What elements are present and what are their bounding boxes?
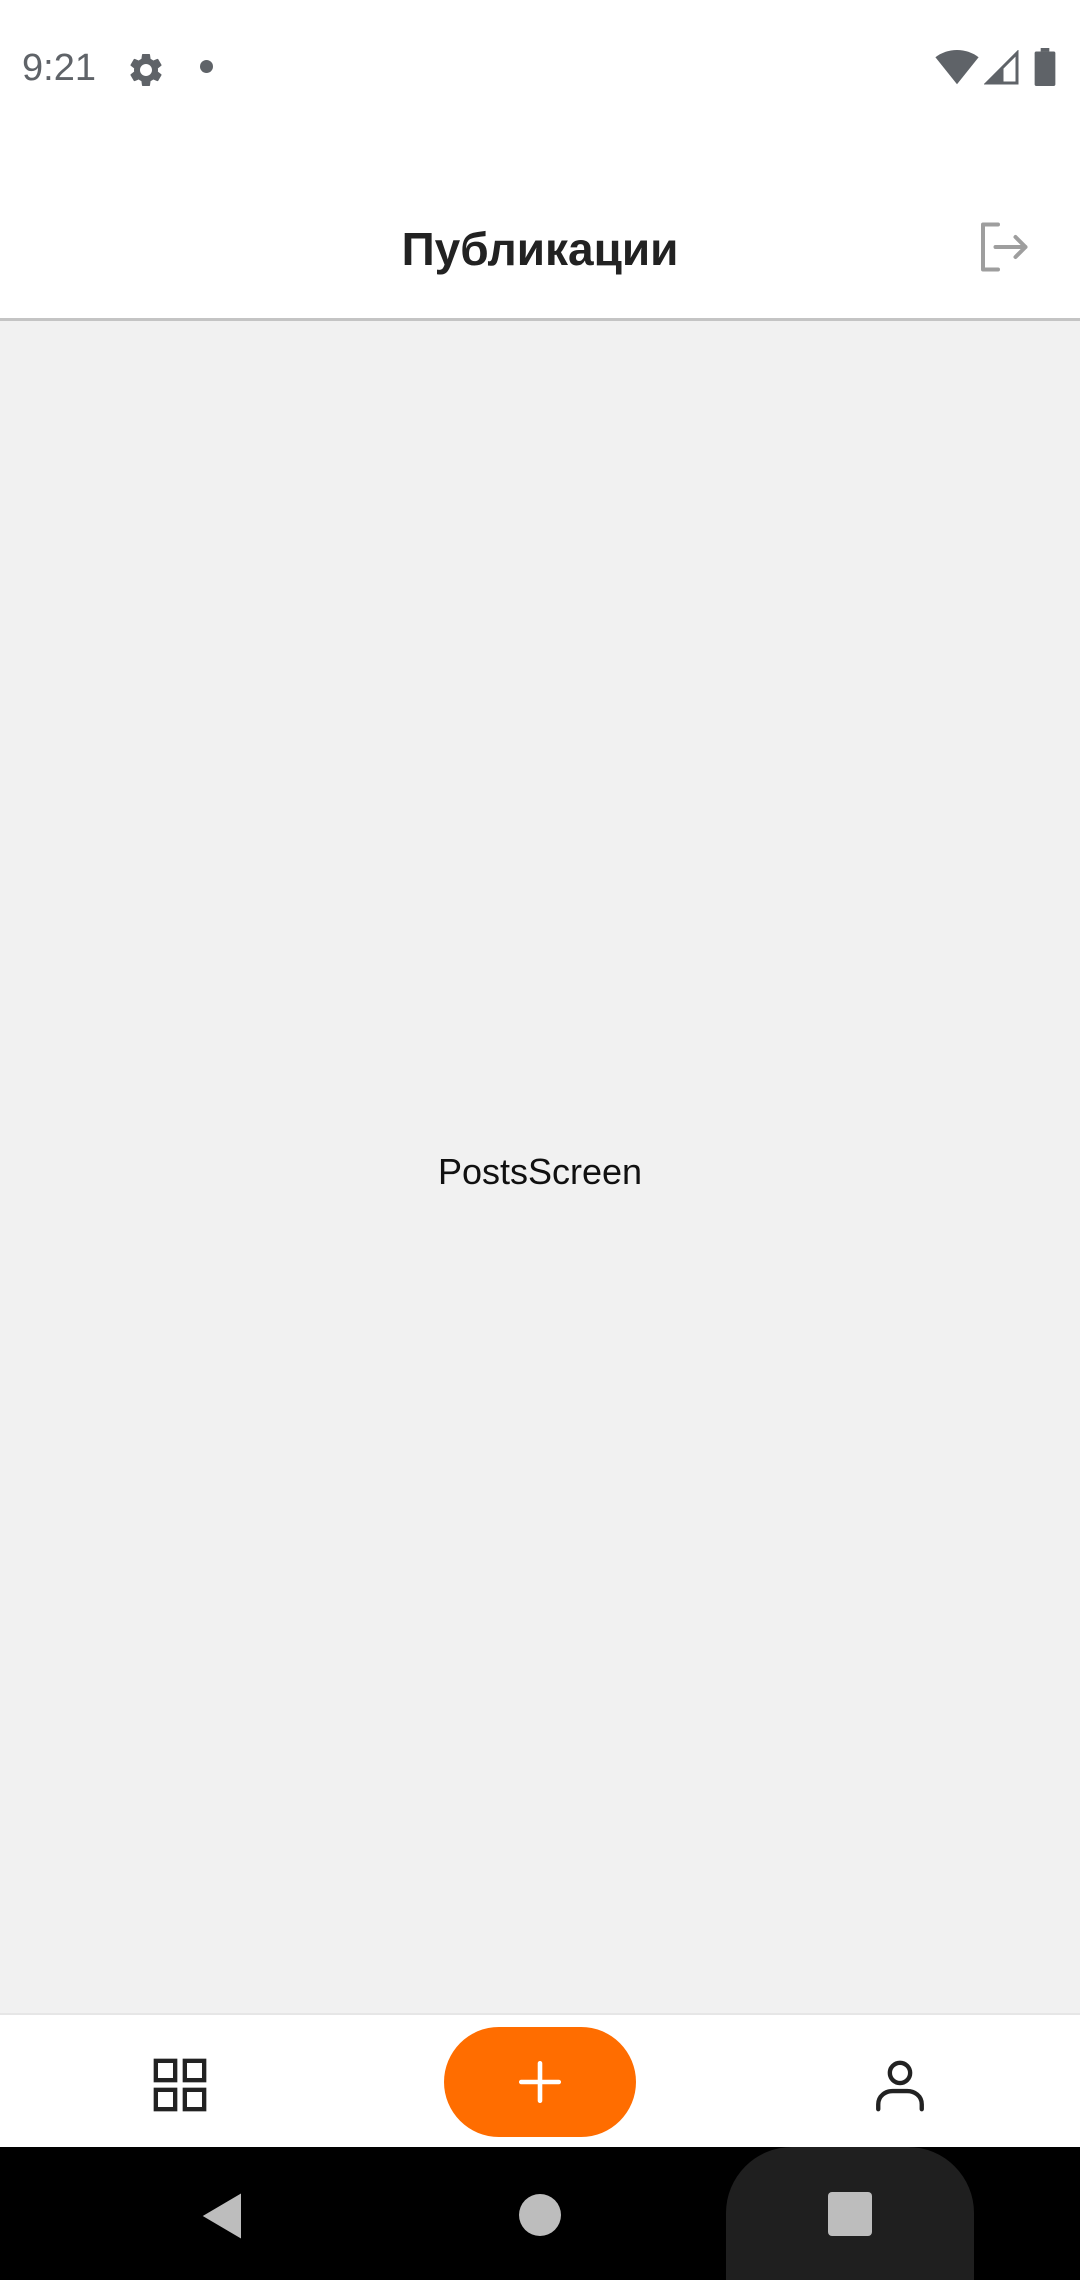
wifi-icon: [935, 50, 979, 85]
status-bar: 9:21: [0, 0, 1080, 135]
plus-icon: [518, 2060, 562, 2104]
back-icon[interactable]: [196, 2189, 250, 2243]
signal-icon: [984, 50, 1019, 85]
nav-feed-button[interactable]: [140, 2045, 220, 2125]
app-bar: Публикации: [0, 135, 1080, 321]
home-icon[interactable]: [519, 2194, 561, 2236]
add-post-button[interactable]: [444, 2027, 636, 2137]
recents-icon[interactable]: [828, 2192, 872, 2236]
user-icon: [876, 2060, 924, 2112]
battery-icon: [1034, 48, 1056, 86]
status-time: 9:21: [22, 47, 96, 89]
nav-profile-button[interactable]: [860, 2045, 940, 2125]
grid-icon: [153, 2058, 207, 2112]
bottom-navigation: [0, 2013, 1080, 2147]
screen-placeholder-text: PostsScreen: [437, 1151, 643, 1192]
system-navigation-bar: [0, 2147, 1080, 2280]
notification-dot-icon: [200, 60, 213, 73]
logout-icon: [981, 222, 1028, 272]
logout-button[interactable]: [968, 212, 1038, 282]
posts-content: PostsScreen: [0, 321, 1080, 2013]
gear-icon: [130, 53, 162, 86]
page-title: Публикации: [401, 223, 679, 275]
